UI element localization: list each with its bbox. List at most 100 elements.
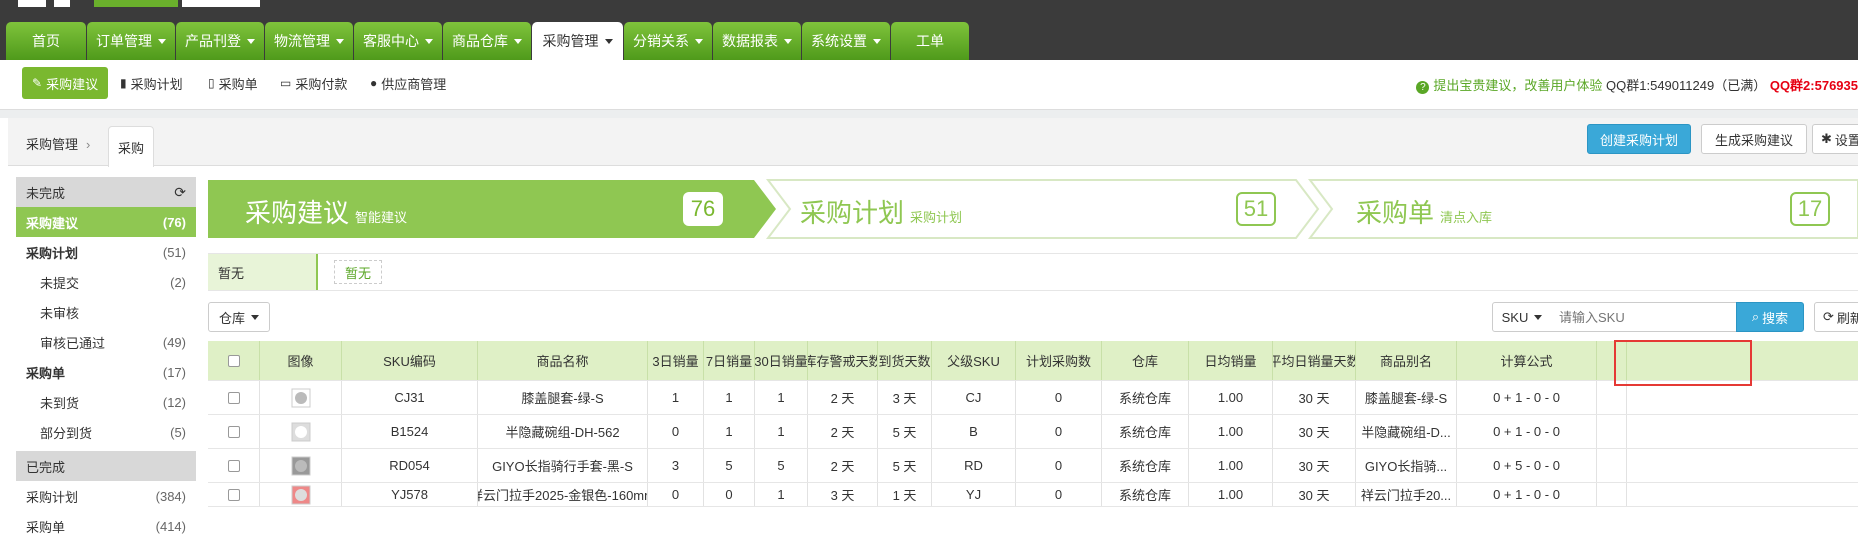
refresh-button[interactable]: ⟳ 刷新 bbox=[1814, 302, 1858, 332]
nav-tab-3[interactable]: 物流管理 bbox=[265, 22, 353, 60]
table-cell: GIYO长指骑行手套-黑-S bbox=[478, 449, 648, 482]
row-checkbox-cell bbox=[208, 449, 260, 482]
filter-tag[interactable]: 暂无 bbox=[334, 260, 383, 284]
column-header: 30日销量 bbox=[755, 341, 808, 380]
question-icon: ? bbox=[1416, 81, 1430, 94]
logo bbox=[14, 0, 294, 7]
subnav-purchase-plan[interactable]: ▮ 采购计划 bbox=[120, 67, 183, 99]
sidebar-item-6[interactable]: 未到货 (12) bbox=[16, 387, 196, 417]
table-cell: B1524 bbox=[342, 415, 478, 448]
table-row[interactable]: CJ31 膝盖腿套-绿-S 1 1 1 2 天3 天 CJ 0 系统仓库 1.00 30 天膝盖腿套… bbox=[208, 381, 1858, 415]
table-cell: 2 天 bbox=[808, 381, 878, 414]
chevron-down-icon bbox=[247, 38, 255, 44]
nav-tab-4[interactable]: 客服中心 bbox=[354, 22, 442, 60]
product-thumbnail bbox=[291, 485, 310, 504]
subnav-purchase-suggest[interactable]: ✎ 采购建议 bbox=[22, 67, 109, 99]
generate-suggest-button[interactable]: 生成采购建议 bbox=[1701, 124, 1807, 154]
table-cell: CJ31 bbox=[342, 381, 478, 414]
qq-group-1: QQ群1:549011249（已满） bbox=[1606, 78, 1767, 93]
subnav-purchase-payment[interactable]: ▭ 采购付款 bbox=[280, 67, 347, 99]
table-cell: 0 bbox=[648, 415, 704, 448]
column-header: 图像 bbox=[260, 341, 342, 380]
step-plan[interactable]: 采购计划 采购计划 bbox=[800, 193, 962, 230]
row-spacer bbox=[1597, 415, 1627, 448]
table-cell: 0 + 1 - 0 - 0 bbox=[1457, 415, 1597, 448]
tab-purchase[interactable]: 采购 bbox=[108, 126, 154, 167]
nav-tab-5[interactable]: 商品仓库 bbox=[443, 22, 531, 60]
subnav-supplier[interactable]: ● 供应商管理 bbox=[370, 67, 446, 99]
sidebar: 未完成 ⟳ 采购建议 (76) 采购计划 (51) 未提交 (2) 未审核 审核已通过 (49) 采… bbox=[16, 177, 196, 536]
nav-tab-2[interactable]: 产品刊登 bbox=[176, 22, 264, 60]
chevron-down-icon bbox=[604, 38, 613, 44]
nav-tab-1[interactable]: 订单管理 bbox=[87, 22, 175, 60]
step-suggest[interactable]: 采购建议 智能建议 bbox=[245, 193, 407, 230]
column-header: 3日销量 bbox=[648, 341, 704, 380]
sku-search-input[interactable] bbox=[1551, 302, 1737, 332]
column-header: 平均日销量天数 bbox=[1273, 341, 1356, 380]
nav-tab-9[interactable]: 系统设置 bbox=[802, 22, 890, 60]
refresh-icon[interactable]: ⟳ bbox=[174, 184, 186, 201]
column-header: 库存警戒天数 bbox=[808, 341, 878, 380]
table-row[interactable]: YJ578 祥云门拉手2025-金银色-160mm 0 0 1 3 天1 天 YJ 0 系统仓库… bbox=[208, 483, 1858, 507]
nav-tab-10[interactable]: 工单 bbox=[891, 22, 969, 60]
nav-tab-6[interactable]: 采购管理 bbox=[532, 22, 623, 60]
chevron-down-icon bbox=[336, 38, 344, 44]
chevron-down-icon bbox=[158, 38, 166, 44]
row-spacer bbox=[1597, 483, 1627, 506]
sidebar-item-1[interactable]: 采购计划 (51) bbox=[16, 237, 196, 267]
table-row[interactable]: B1524 半隐藏碗组-DH-562 0 1 1 2 天5 天 B 0 系统仓库 1.00 30 天… bbox=[208, 415, 1858, 449]
formula-highlight bbox=[1614, 340, 1752, 386]
sidebar-item-2[interactable]: 未提交 (2) bbox=[16, 267, 196, 297]
nav-tab-7[interactable]: 分销关系 bbox=[624, 22, 712, 60]
step-plan-count: 51 bbox=[1236, 192, 1276, 226]
sidebar-finished-item-1[interactable]: 采购单 (414) bbox=[16, 511, 196, 536]
column-header: 仓库 bbox=[1102, 341, 1189, 380]
sidebar-item-5[interactable]: 采购单 (17) bbox=[16, 357, 196, 387]
row-checkbox[interactable] bbox=[227, 391, 240, 404]
sidebar-item-0[interactable]: 采购建议 (76) bbox=[16, 207, 196, 237]
table-cell: 0 + 1 - 0 - 0 bbox=[1457, 483, 1597, 506]
warehouse-dropdown[interactable]: 仓库 bbox=[208, 302, 270, 332]
subnav-purchase-order[interactable]: ▯ 采购单 bbox=[208, 67, 258, 99]
table-cell: 0 + 1 - 0 - 0 bbox=[1457, 381, 1597, 414]
row-checkbox[interactable] bbox=[227, 488, 240, 501]
sidebar-finished-item-0[interactable]: 采购计划 (384) bbox=[16, 481, 196, 511]
column-header: 商品名称 bbox=[478, 341, 648, 380]
table-cell: 5 天 bbox=[878, 449, 932, 482]
nav-tab-0[interactable]: 首页 bbox=[6, 22, 86, 60]
sidebar-item-7[interactable]: 部分到货 (5) bbox=[16, 417, 196, 447]
row-checkbox[interactable] bbox=[227, 425, 240, 438]
chevron-down-icon bbox=[784, 38, 792, 44]
table-cell: 5 bbox=[755, 449, 808, 482]
table-cell: 1 bbox=[648, 381, 704, 414]
table-cell: 30 天 bbox=[1273, 449, 1356, 482]
step-order[interactable]: 采购单 清点入库 bbox=[1356, 193, 1492, 230]
table-row[interactable]: RD054 GIYO长指骑行手套-黑-S 3 5 5 2 天5 天 RD 0 系统仓库 1.00 3… bbox=[208, 449, 1858, 483]
step-order-count: 17 bbox=[1790, 192, 1830, 226]
settings-button[interactable]: ✱ 设置 bbox=[1812, 124, 1858, 154]
table-cell: 祥云门拉手2025-金银色-160mm bbox=[478, 483, 648, 506]
product-image-cell bbox=[260, 483, 342, 506]
nav-tab-8[interactable]: 数据报表 bbox=[713, 22, 801, 60]
table-cell: 1 bbox=[704, 415, 755, 448]
refresh-icon: ⟳ bbox=[1823, 309, 1834, 324]
sidebar-item-3[interactable]: 未审核 bbox=[16, 297, 196, 327]
feedback-link[interactable]: 提出宝贵建议，改善用户体验 bbox=[1433, 78, 1602, 93]
chevron-down-icon bbox=[695, 38, 703, 44]
table-cell: 3 bbox=[648, 449, 704, 482]
table-cell: 1 bbox=[704, 381, 755, 414]
sku-type-select[interactable]: SKU bbox=[1492, 302, 1552, 332]
select-all-checkbox[interactable] bbox=[227, 354, 240, 367]
breadcrumb-root[interactable]: 采购管理 bbox=[26, 137, 78, 152]
column-header: 计划采购数 bbox=[1016, 341, 1102, 380]
column-header: SKU编码 bbox=[342, 341, 478, 380]
search-button[interactable]: ⌕ 搜索 bbox=[1736, 302, 1804, 332]
row-checkbox[interactable] bbox=[227, 459, 240, 472]
qq-group-2: QQ群2:576935 bbox=[1769, 78, 1858, 93]
product-image-cell bbox=[260, 449, 342, 482]
row-checkbox-cell bbox=[208, 415, 260, 448]
table-cell: 膝盖腿套-绿-S bbox=[1356, 381, 1457, 414]
sidebar-item-4[interactable]: 审核已通过 (49) bbox=[16, 327, 196, 357]
gear-icon: ✱ bbox=[1821, 131, 1832, 146]
create-plan-button[interactable]: 创建采购计划 bbox=[1587, 124, 1691, 154]
